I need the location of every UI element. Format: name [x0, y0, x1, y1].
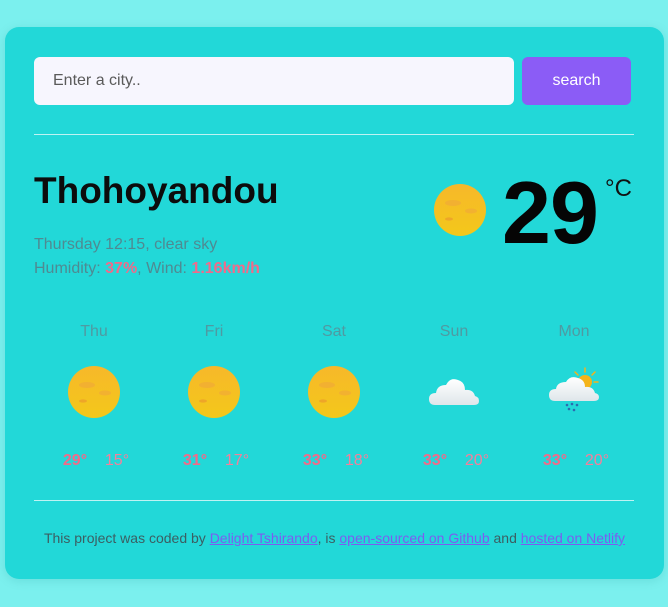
sun-icon	[307, 365, 361, 419]
forecast-min-temp: 17°	[224, 452, 250, 469]
forecast-min-temp: 20°	[464, 452, 490, 469]
footer-text: and	[493, 530, 517, 546]
forecast-day-name: Sat	[321, 323, 346, 340]
forecast-min-temp: 15°	[104, 452, 130, 469]
forecast-max-temp: 29°	[62, 452, 88, 469]
forecast-day: Sat 33° 18°	[274, 323, 394, 473]
sun-icon	[433, 183, 487, 237]
forecast-day-name: Thu	[80, 323, 108, 340]
forecast-min-temp: 20°	[584, 452, 610, 469]
github-link[interactable]: open-sourced on Github	[339, 530, 489, 546]
forecast-max-temp: 31°	[182, 452, 208, 469]
sun-icon	[67, 365, 121, 419]
forecast-day-name: Fri	[204, 323, 224, 340]
wind-value: 1.16km/h	[191, 260, 260, 277]
forecast-max-temp: 33°	[422, 452, 448, 469]
sun-cloud-rain-icon	[547, 365, 601, 419]
forecast-day-name: Mon	[558, 323, 590, 340]
search-button[interactable]: search	[522, 57, 631, 105]
forecast-min-temp: 18°	[344, 452, 370, 469]
search-form: search	[34, 57, 631, 105]
wind-label: Wind:	[146, 260, 187, 277]
forecast-max-temp: 33°	[542, 452, 568, 469]
weather-card: search Thohoyandou Thursday 12:15, clear…	[5, 27, 664, 579]
forecast-day: Thu 29° 15°	[34, 323, 154, 473]
forecast-day: Fri 31° 17°	[154, 323, 274, 473]
city-name: Thohoyandou	[34, 170, 279, 211]
author-link[interactable]: Delight Tshirando	[210, 530, 318, 546]
netlify-link[interactable]: hosted on Netlify	[521, 530, 625, 546]
city-search-input[interactable]	[34, 57, 514, 105]
current-datetime: Thursday 12:15	[34, 236, 146, 253]
forecast-day-name: Sun	[439, 323, 469, 340]
forecast-day: Sun 33° 20°	[394, 323, 514, 473]
humidity-value: 37%	[105, 260, 138, 277]
sun-icon	[187, 365, 241, 419]
humidity-label: Humidity:	[34, 260, 101, 277]
humidity-wind-line: Humidity: 37%, Wind: 1.16km/h	[34, 260, 260, 277]
temperature-unit: °C	[605, 175, 632, 202]
forecast-max-temp: 33°	[302, 452, 328, 469]
top-divider	[34, 134, 634, 135]
weather-description: clear sky	[154, 236, 218, 253]
footer-text: , is	[317, 530, 336, 546]
cloud-icon	[427, 365, 481, 419]
datetime-description-line: Thursday 12:15, clear sky	[34, 236, 218, 253]
forecast-day: Mon 33° 20°	[514, 323, 634, 473]
footer-text: This project was coded by	[43, 530, 206, 546]
footer: This project was coded by Delight Tshira…	[5, 530, 664, 546]
current-temperature: 29	[502, 163, 599, 262]
weather-details: Thursday 12:15, clear sky Humidity: 37%,…	[34, 233, 260, 281]
forecast: Thu 29° 15° Fri 31° 17° Sat 33° 18° Sun …	[34, 323, 634, 473]
bottom-divider	[34, 500, 634, 501]
